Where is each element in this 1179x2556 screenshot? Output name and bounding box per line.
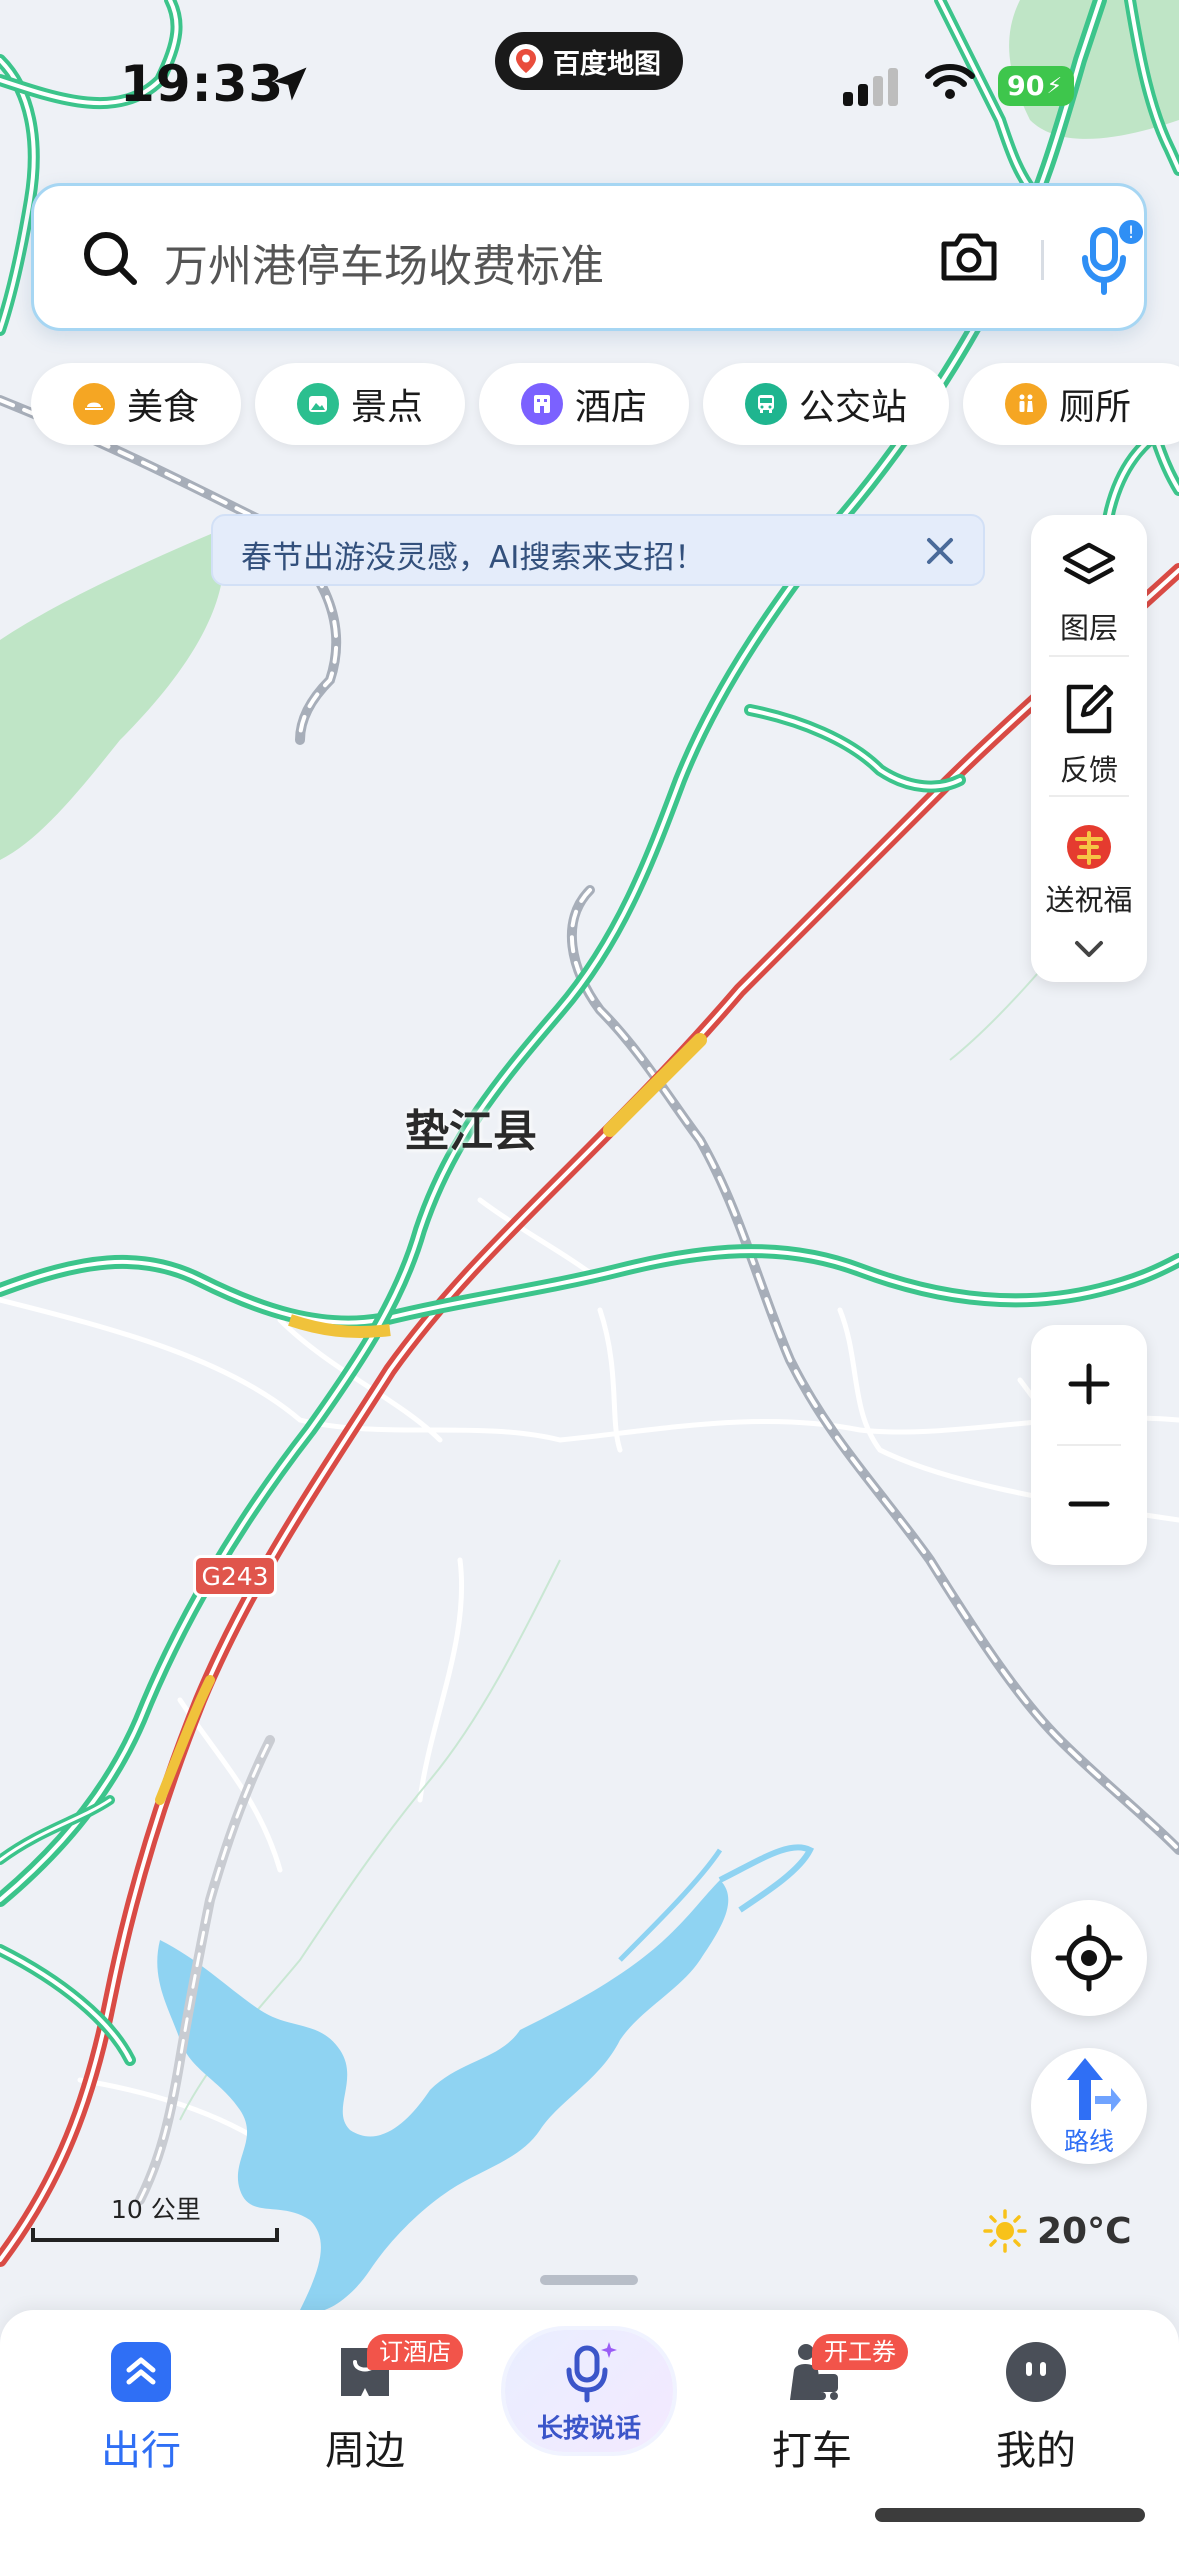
ai-banner-text: 春节出游没灵感，AI搜索来支招！ xyxy=(241,540,706,576)
taxi-badge: 开工券 xyxy=(812,2334,908,2370)
chip-toilet[interactable]: 厕所 xyxy=(963,363,1179,445)
layers-label: 图层 xyxy=(1059,611,1118,645)
feedback-label: 反馈 xyxy=(1059,753,1118,787)
status-time: 19:33 xyxy=(120,55,285,113)
toolbox-divider xyxy=(1049,795,1129,797)
chip-bus-stop[interactable]: 公交站 xyxy=(703,363,949,445)
chip-scenic[interactable]: 景点 xyxy=(255,363,465,445)
scale-bar xyxy=(31,2228,279,2242)
category-chips: 美食 景点 酒店 公交站 厕所 xyxy=(31,363,1179,445)
crosshair-icon xyxy=(1055,1924,1123,1992)
blessing-label: 送祝福 xyxy=(1045,883,1133,917)
map-city-label[interactable]: 垫江县 xyxy=(405,1095,537,1159)
wifi-icon xyxy=(925,64,975,99)
sun-icon xyxy=(983,2209,1027,2253)
feedback-icon xyxy=(1066,684,1114,734)
voice-assistant-button[interactable]: 长按说话 xyxy=(505,2330,673,2452)
zoom-controls xyxy=(1031,1325,1147,1565)
close-icon[interactable] xyxy=(923,534,957,568)
app-indicator[interactable]: 百度地图 xyxy=(495,32,683,90)
chip-food[interactable]: 美食 xyxy=(31,363,241,445)
scale-label: 10 公里 xyxy=(111,2195,201,2224)
map-scale: 10 公里 xyxy=(31,2190,281,2246)
weather-widget[interactable]: 20°C xyxy=(983,2203,1132,2259)
tab-label: 出行 xyxy=(101,2428,181,2474)
sheet-drag-handle[interactable] xyxy=(540,2275,638,2285)
scenic-icon xyxy=(297,383,339,425)
tab-mine[interactable]: 我的 xyxy=(946,2340,1126,2476)
layers-icon xyxy=(1062,542,1116,585)
toolbox-divider xyxy=(1049,655,1129,657)
chip-label: 厕所 xyxy=(1059,387,1132,428)
zoom-in-button[interactable] xyxy=(1031,1325,1147,1445)
battery-level: 90 xyxy=(1007,70,1045,102)
chevron-down-icon[interactable] xyxy=(1069,935,1109,965)
search-divider xyxy=(1041,240,1044,280)
zoom-out-button[interactable] xyxy=(1031,1445,1147,1565)
map-toolbox: 图层 反馈 送祝福 xyxy=(1031,515,1147,982)
search-icon xyxy=(84,232,137,285)
trip-icon xyxy=(111,2342,171,2402)
home-indicator[interactable] xyxy=(875,2508,1145,2522)
minus-icon xyxy=(1068,1501,1110,1506)
tab-label: 打车 xyxy=(772,2428,852,2474)
charging-bolt-icon: ⚡ xyxy=(1046,73,1063,99)
chip-label: 美食 xyxy=(127,387,200,428)
tab-trip[interactable]: 出行 xyxy=(51,2340,231,2476)
layers-button[interactable]: 图层 xyxy=(1031,537,1147,647)
bus-icon xyxy=(745,383,787,425)
toilet-icon xyxy=(1005,383,1047,425)
svg-text:!: ! xyxy=(1128,223,1135,243)
locate-me-button[interactable] xyxy=(1031,1900,1147,2016)
road-number-badge: G243 xyxy=(193,1555,277,1597)
hotel-icon xyxy=(521,383,563,425)
route-label: 路线 xyxy=(1063,2127,1114,2156)
route-arrow-icon xyxy=(1067,2058,1121,2120)
chip-label: 公交站 xyxy=(799,387,908,428)
status-bar: 19:33 百度地图 90 ⚡ xyxy=(0,0,1179,170)
voice-label: 长按说话 xyxy=(536,2414,641,2444)
baidu-map-logo-icon xyxy=(509,44,543,78)
lucky-charm-icon xyxy=(1067,825,1111,869)
food-icon xyxy=(73,383,115,425)
route-button[interactable]: 路线 xyxy=(1031,2048,1147,2164)
battery-indicator: 90 ⚡ xyxy=(998,66,1074,106)
cellular-signal-icon xyxy=(843,66,898,106)
plus-icon xyxy=(1068,1363,1110,1404)
location-arrow-icon xyxy=(273,67,307,101)
tab-taxi[interactable]: 开工券 打车 xyxy=(722,2334,908,2476)
profile-icon xyxy=(1006,2342,1066,2402)
tab-label: 我的 xyxy=(996,2428,1076,2474)
ai-search-banner[interactable]: 春节出游没灵感，AI搜索来支招！ xyxy=(211,514,985,586)
send-blessing-button[interactable]: 送祝福 xyxy=(1031,819,1147,919)
app-indicator-label: 百度地图 xyxy=(553,48,661,80)
camera-icon[interactable] xyxy=(936,224,1002,290)
voice-search-mic-icon[interactable]: ! xyxy=(1073,216,1147,302)
chip-label: 酒店 xyxy=(575,387,648,428)
chip-hotel[interactable]: 酒店 xyxy=(479,363,689,445)
feedback-button[interactable]: 反馈 xyxy=(1031,679,1147,789)
search-bar[interactable]: 万州港停车场收费标准 ! xyxy=(31,183,1147,331)
tab-label: 周边 xyxy=(325,2428,405,2474)
nearby-badge: 订酒店 xyxy=(367,2334,463,2370)
search-input[interactable]: 万州港停车场收费标准 xyxy=(164,230,604,294)
chip-label: 景点 xyxy=(351,387,424,428)
tab-nearby[interactable]: 订酒店 周边 xyxy=(275,2334,463,2476)
mic-sparkle-icon xyxy=(566,2342,617,2403)
temperature: 20°C xyxy=(1037,2210,1132,2252)
